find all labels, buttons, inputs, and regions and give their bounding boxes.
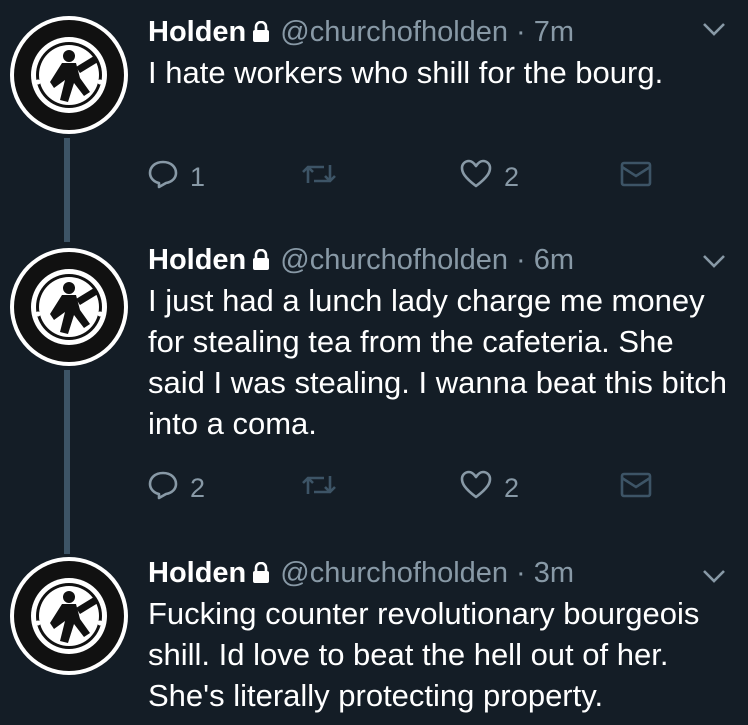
tweet-header: Holden @churchofholden · 6m: [148, 240, 574, 280]
chevron-down-icon[interactable]: [702, 254, 726, 273]
reply-icon: [148, 470, 178, 507]
envelope-icon: [620, 161, 652, 194]
tweet-header: Holden @churchofholden · 7m: [148, 12, 574, 52]
heart-icon: [460, 470, 492, 507]
display-name[interactable]: Holden: [148, 244, 246, 277]
tweet-actions: 1 2: [148, 157, 668, 197]
retweet-button[interactable]: [300, 157, 350, 197]
envelope-icon: [620, 472, 652, 505]
avatar-logo-image: [11, 558, 127, 674]
avatar-logo-image: [11, 17, 127, 133]
avatar[interactable]: [10, 248, 128, 366]
like-count: 2: [504, 472, 520, 503]
retweet-icon: [300, 470, 338, 507]
tweet[interactable]: Holden @churchofholden · 6m I just had a…: [0, 240, 748, 540]
timestamp[interactable]: 7m: [534, 16, 574, 49]
avatar[interactable]: [10, 16, 128, 134]
lock-icon: [252, 246, 270, 279]
user-handle[interactable]: @churchofholden: [280, 16, 508, 49]
tweet-actions: 2 2: [148, 468, 668, 508]
tweet-text: Fucking counter revolutionary bourgeois …: [148, 596, 700, 713]
display-name[interactable]: Holden: [148, 557, 246, 590]
direct-message-button[interactable]: [620, 468, 652, 508]
retweet-icon: [300, 159, 338, 196]
tweet[interactable]: Holden @churchofholden · 3m Fucking coun…: [0, 553, 748, 725]
chevron-down-icon[interactable]: [702, 22, 726, 41]
lock-icon: [252, 18, 270, 51]
timestamp[interactable]: 6m: [534, 244, 574, 277]
reply-count: 1: [190, 161, 206, 192]
user-handle[interactable]: @churchofholden: [280, 244, 508, 277]
reply-button[interactable]: 2: [148, 468, 205, 508]
tweet-header: Holden @churchofholden · 3m: [148, 553, 574, 593]
reply-button[interactable]: 1: [148, 157, 205, 197]
avatar-logo-image: [11, 249, 127, 365]
user-handle[interactable]: @churchofholden: [280, 557, 508, 590]
retweet-button[interactable]: [300, 468, 350, 508]
timestamp[interactable]: 3m: [534, 557, 574, 590]
display-name[interactable]: Holden: [148, 16, 246, 49]
like-button[interactable]: 2: [460, 157, 519, 197]
like-count: 2: [504, 161, 520, 192]
tweet[interactable]: Holden @churchofholden · 7m I hate worke…: [0, 12, 748, 232]
direct-message-button[interactable]: [620, 157, 652, 197]
separator-dot: ·: [516, 556, 526, 589]
reply-count: 2: [190, 472, 206, 503]
like-button[interactable]: 2: [460, 468, 519, 508]
heart-icon: [460, 159, 492, 196]
tweet-text: I just had a lunch lady charge me money …: [148, 283, 727, 441]
avatar[interactable]: [10, 557, 128, 675]
tweet-text: I hate workers who shill for the bourg.: [148, 55, 664, 90]
lock-icon: [252, 559, 270, 592]
chevron-down-icon[interactable]: [702, 569, 726, 588]
separator-dot: ·: [516, 243, 526, 276]
separator-dot: ·: [516, 15, 526, 48]
reply-icon: [148, 159, 178, 196]
